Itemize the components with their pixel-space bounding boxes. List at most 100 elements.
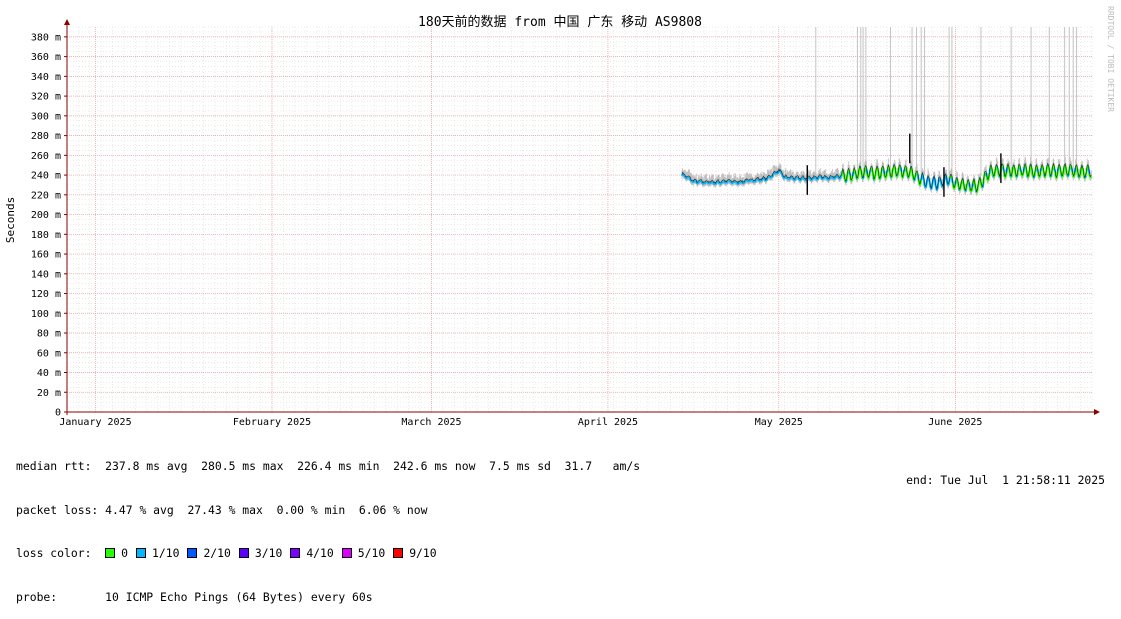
loss-segment — [994, 177, 995, 178]
x-tick-labels: January 2025February 2025March 2025April… — [59, 417, 982, 428]
rrdtool-watermark: RRDTOOL / TOBI OETIKER — [1106, 6, 1115, 112]
smokeping-chart: 180天前的数据 from 中国 广东 移动 AS9808 Seconds RR… — [0, 0, 1121, 430]
stats-legend: median rtt: 237.8 ms avg 280.5 ms max 22… — [16, 430, 640, 619]
loss-segment — [711, 182, 712, 183]
y-tick-label: 320 m — [31, 92, 61, 103]
y-tick-label: 260 m — [31, 151, 61, 162]
y-tick-label: 60 m — [37, 348, 61, 359]
loss-segment — [712, 182, 713, 183]
loss-segment — [830, 177, 831, 178]
loss-segment — [1048, 165, 1049, 166]
loss-segment — [699, 181, 700, 182]
loss-segment — [959, 190, 960, 191]
loss-color-item: 0 — [105, 546, 128, 560]
y-tick-labels: 020 m40 m60 m80 m100 m120 m140 m160 m180… — [31, 32, 67, 418]
loss-segment — [815, 178, 816, 179]
loss-segment — [837, 176, 838, 177]
y-tick-label: 200 m — [31, 210, 61, 221]
loss-segment — [841, 176, 842, 177]
loss-segment — [690, 178, 691, 179]
y-tick-label: 380 m — [31, 32, 61, 43]
loss-segment — [705, 182, 706, 183]
y-tick-label: 280 m — [31, 131, 61, 142]
loss-segment — [820, 176, 821, 177]
packet-loss-line: packet loss: 4.47 % avg 27.43 % max 0.00… — [16, 503, 640, 518]
x-tick-label: January 2025 — [59, 417, 131, 428]
loss-color-swatch — [239, 548, 249, 558]
loss-color-item: 2/10 — [187, 546, 230, 560]
loss-segment — [716, 182, 717, 183]
loss-segment — [827, 178, 828, 179]
loss-color-label: loss color: — [16, 546, 105, 560]
loss-segment — [971, 191, 972, 192]
x-tick-label: April 2025 — [578, 417, 638, 428]
loss-color-line: loss color: 0 1/10 2/10 3/10 4/10 5/10 9/10 — [16, 546, 640, 561]
loss-segment — [806, 180, 807, 181]
loss-segment — [750, 180, 751, 181]
loss-segment — [804, 178, 805, 179]
loss-color-item: 3/10 — [239, 546, 282, 560]
loss-segment — [701, 181, 702, 182]
loss-segment — [800, 180, 801, 181]
loss-segment — [729, 181, 730, 182]
y-tick-label: 40 m — [37, 368, 61, 379]
y-tick-label: 80 m — [37, 329, 61, 340]
y-tick-label: 240 m — [31, 171, 61, 182]
y-tick-label: 120 m — [31, 289, 61, 300]
loss-color-item: 4/10 — [290, 546, 333, 560]
median-rtt-line: median rtt: 237.8 ms avg 280.5 ms max 22… — [16, 459, 640, 474]
loss-segment — [801, 179, 802, 180]
loss-color-swatch — [187, 548, 197, 558]
loss-segment — [749, 181, 750, 182]
loss-segment — [698, 182, 699, 183]
loss-segment — [836, 176, 837, 177]
loss-color-value: 2/10 — [203, 546, 230, 560]
loss-segment — [857, 179, 858, 180]
y-tick-label: 360 m — [31, 52, 61, 63]
loss-color-item: 5/10 — [342, 546, 385, 560]
loss-segment — [908, 177, 909, 178]
loss-segment — [1028, 177, 1029, 178]
loss-segment — [689, 177, 690, 178]
x-tick-label: May 2025 — [755, 417, 803, 428]
loss-segment — [838, 177, 839, 178]
x-tick-label: June 2025 — [928, 417, 982, 428]
loss-segment — [795, 178, 796, 179]
y-tick-label: 340 m — [31, 72, 61, 83]
loss-segment — [686, 178, 687, 179]
loss-color-value: 1/10 — [152, 546, 179, 560]
end-time: end: Tue Jul 1 21:58:11 2025 — [906, 473, 1105, 487]
loss-segment — [977, 192, 978, 193]
y-tick-label: 300 m — [31, 111, 61, 122]
loss-segment — [897, 175, 898, 176]
y-tick-label: 140 m — [31, 269, 61, 280]
loss-color-swatch — [105, 548, 115, 558]
loss-segment — [722, 182, 723, 183]
loss-segment — [811, 180, 812, 181]
loss-color-value: 0 — [121, 546, 128, 560]
loss-color-swatch — [290, 548, 300, 558]
chart-axes — [64, 19, 1100, 415]
loss-segment — [752, 180, 753, 181]
y-tick-label: 100 m — [31, 309, 61, 320]
x-tick-label: March 2025 — [401, 417, 461, 428]
loss-segment — [1022, 175, 1023, 176]
y-axis-arrow — [64, 19, 70, 25]
y-tick-label: 220 m — [31, 190, 61, 201]
loss-segment — [748, 181, 749, 182]
loss-color-swatch — [342, 548, 352, 558]
loss-segment — [954, 188, 955, 189]
loss-segment — [735, 182, 736, 183]
loss-color-item: 9/10 — [393, 546, 436, 560]
loss-segment — [683, 175, 684, 176]
y-tick-label: 20 m — [37, 388, 61, 399]
loss-segment — [819, 176, 820, 177]
loss-segment — [683, 174, 684, 175]
y-tick-label: 180 m — [31, 230, 61, 241]
loss-segment — [1050, 177, 1051, 178]
loss-color-item: 1/10 — [136, 546, 179, 560]
loss-color-value: 4/10 — [306, 546, 333, 560]
loss-segment — [730, 181, 731, 182]
loss-segment — [840, 178, 841, 179]
loss-color-value: 3/10 — [255, 546, 282, 560]
